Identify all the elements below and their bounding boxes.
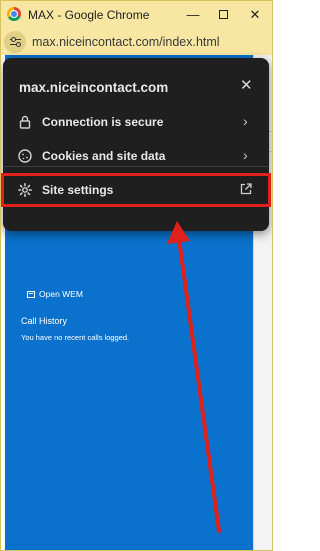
annotation-arrow (167, 221, 221, 533)
browser-window: MAX - Google Chrome — ✕ max.niceincontac… (0, 0, 273, 551)
